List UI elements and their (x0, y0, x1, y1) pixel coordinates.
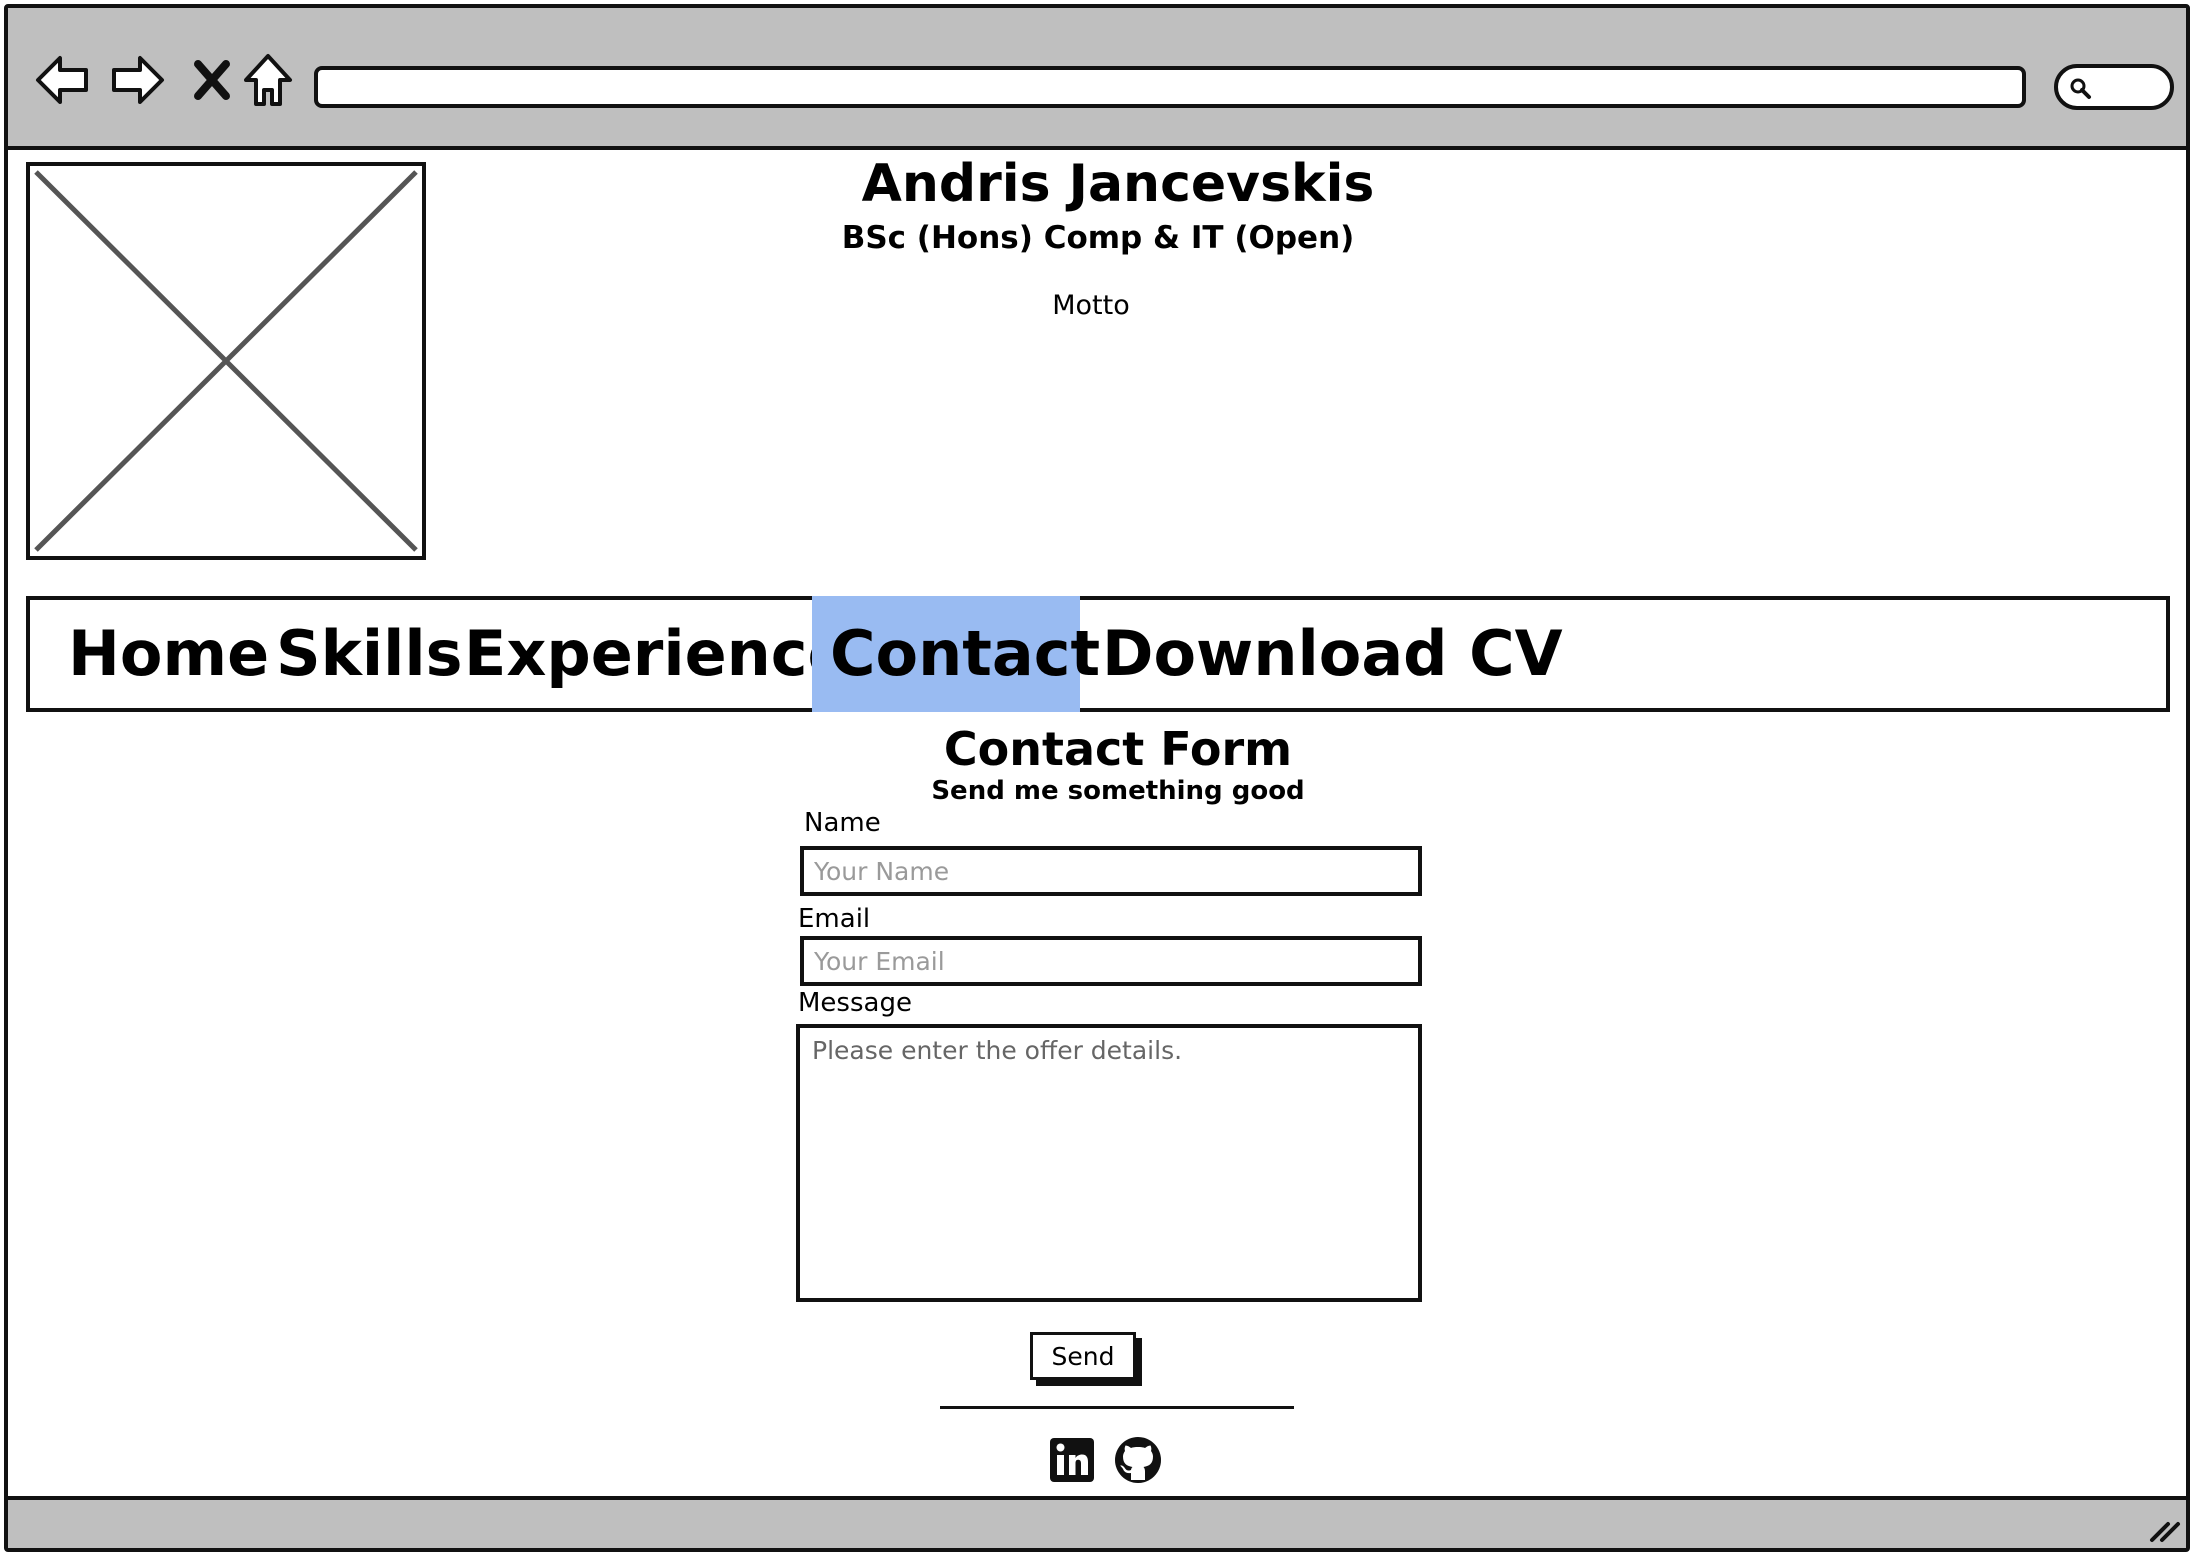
nav-item-download-cv[interactable]: Download CV (1098, 600, 1567, 708)
nav-item-skills[interactable]: Skills (272, 600, 467, 708)
send-button[interactable]: Send (1030, 1332, 1136, 1380)
profile-degree: BSc (Hons) Comp & IT (Open) (841, 220, 1355, 256)
name-label: Name (804, 808, 881, 838)
browser-status-bar (8, 1496, 2186, 1548)
browser-search-box[interactable] (2054, 64, 2174, 110)
close-icon[interactable] (184, 50, 244, 110)
nav-item-home[interactable]: Home (64, 600, 273, 708)
main-nav: Home Skills Experience Contact Download … (26, 596, 2170, 712)
message-label: Message (798, 988, 912, 1018)
name-input[interactable] (800, 846, 1422, 896)
home-icon[interactable] (238, 50, 298, 110)
profile-name: Andris Jancevskis (861, 154, 1375, 214)
profile-motto: Motto (1052, 290, 1130, 321)
linkedin-icon[interactable] (1048, 1436, 1096, 1484)
search-icon (2070, 78, 2091, 99)
address-bar[interactable] (314, 66, 2026, 108)
form-subtitle: Send me something good (931, 776, 1305, 806)
footer-divider (940, 1406, 1294, 1409)
form-title: Contact Form (943, 722, 1293, 776)
nav-item-contact[interactable]: Contact (812, 596, 1100, 712)
forward-arrow-icon[interactable] (108, 50, 168, 110)
browser-window: Andris Jancevskis BSc (Hons) Comp & IT (… (4, 4, 2190, 1552)
resize-grip-icon[interactable] (2148, 1514, 2182, 1544)
browser-toolbar (8, 8, 2186, 150)
back-arrow-icon[interactable] (32, 50, 92, 110)
email-input[interactable] (800, 936, 1422, 986)
github-icon[interactable] (1114, 1436, 1162, 1484)
nav-item-experience[interactable]: Experience (460, 600, 854, 708)
email-label: Email (798, 904, 871, 934)
message-textarea[interactable] (796, 1024, 1422, 1302)
